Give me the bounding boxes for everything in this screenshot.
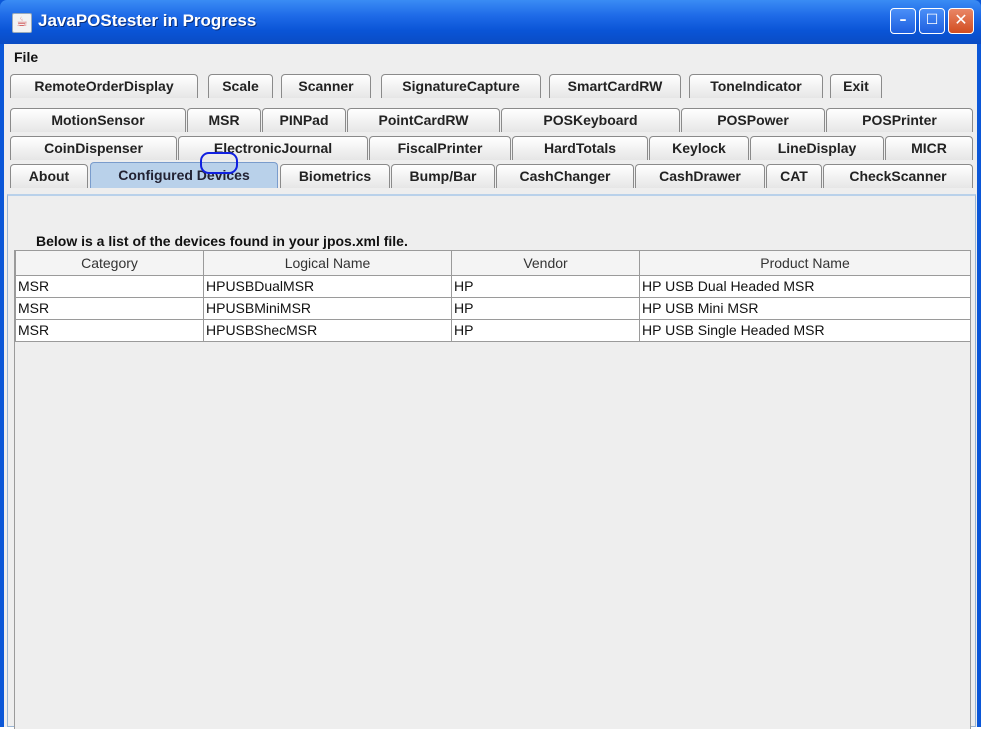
tab-msr[interactable]: MSR (187, 108, 261, 132)
table-cell[interactable]: HPUSBDualMSR (203, 274, 452, 298)
window-title: JavaPOStester in Progress (38, 11, 257, 30)
table-cell[interactable]: MSR (15, 296, 204, 320)
client-area: File RemoteOrderDisplay Scale Scanner Si… (4, 44, 977, 729)
tab-fiscalprinter[interactable]: FiscalPrinter (369, 136, 511, 160)
table-cell[interactable]: HP (451, 274, 640, 298)
tab-scale[interactable]: Scale (208, 74, 273, 98)
maximize-button[interactable]: ☐ (919, 8, 945, 34)
configured-devices-panel: Below is a list of the devices found in … (7, 194, 976, 729)
table-cell[interactable]: HP USB Mini MSR (639, 296, 971, 320)
tab-cashchanger[interactable]: CashChanger (496, 164, 634, 188)
tab-poskeyboard[interactable]: POSKeyboard (501, 108, 680, 132)
tab-cashdrawer[interactable]: CashDrawer (635, 164, 765, 188)
tab-pointcardrw[interactable]: PointCardRW (347, 108, 500, 132)
column-header-category[interactable]: Category (15, 251, 204, 276)
tab-exit[interactable]: Exit (830, 74, 882, 98)
tab-remoteorderdisplay[interactable]: RemoteOrderDisplay (10, 74, 198, 98)
tab-strip: RemoteOrderDisplay Scale Scanner Signatu… (4, 74, 977, 194)
table-row[interactable]: MSR HPUSBMiniMSR HP HP USB Mini MSR (15, 296, 971, 320)
table-cell[interactable]: HP (451, 318, 640, 342)
app-window: ☕ JavaPOStester in Progress – ☐ ✕ File R… (0, 0, 981, 729)
column-header-logical-name[interactable]: Logical Name (203, 251, 452, 276)
table-cell[interactable]: MSR (15, 274, 204, 298)
table-cell[interactable]: HP USB Dual Headed MSR (639, 274, 971, 298)
tab-hardtotals[interactable]: HardTotals (512, 136, 648, 160)
device-table-scrollpane[interactable]: Category Logical Name Vendor Product Nam… (14, 250, 971, 729)
tab-biometrics[interactable]: Biometrics (280, 164, 390, 188)
tab-smartcardrw[interactable]: SmartCardRW (549, 74, 681, 98)
table-row[interactable]: MSR HPUSBShecMSR HP HP USB Single Headed… (15, 318, 971, 342)
msr-highlight-circle (200, 152, 238, 174)
column-header-product-name[interactable]: Product Name (639, 251, 971, 276)
close-button[interactable]: ✕ (948, 8, 974, 34)
tab-toneindicator[interactable]: ToneIndicator (689, 74, 823, 98)
menu-bar: File (4, 44, 977, 70)
tab-pinpad[interactable]: PINPad (262, 108, 346, 132)
table-cell[interactable]: HPUSBShecMSR (203, 318, 452, 342)
tab-bumpbar[interactable]: Bump/Bar (391, 164, 495, 188)
tab-keylock[interactable]: Keylock (649, 136, 749, 160)
tab-signaturecapture[interactable]: SignatureCapture (381, 74, 541, 98)
tab-motionsensor[interactable]: MotionSensor (10, 108, 186, 132)
table-cell[interactable]: HP (451, 296, 640, 320)
table-row[interactable]: MSR HPUSBDualMSR HP HP USB Dual Headed M… (15, 274, 971, 298)
tab-posprinter[interactable]: POSPrinter (826, 108, 973, 132)
table-cell[interactable]: HP USB Single Headed MSR (639, 318, 971, 342)
tab-scanner[interactable]: Scanner (281, 74, 371, 98)
tab-pospower[interactable]: POSPower (681, 108, 825, 132)
tab-configured-devices[interactable]: Configured Devices (90, 162, 278, 188)
tab-coindispenser[interactable]: CoinDispenser (10, 136, 177, 160)
tab-cat[interactable]: CAT (766, 164, 822, 188)
device-list-heading: Below is a list of the devices found in … (36, 233, 408, 249)
minimize-button[interactable]: – (890, 8, 916, 34)
tab-checkscanner[interactable]: CheckScanner (823, 164, 973, 188)
tab-micr[interactable]: MICR (885, 136, 973, 160)
menu-file[interactable]: File (14, 49, 38, 65)
device-table: Category Logical Name Vendor Product Nam… (15, 251, 971, 342)
tab-about[interactable]: About (10, 164, 88, 188)
table-cell[interactable]: MSR (15, 318, 204, 342)
table-header-row: Category Logical Name Vendor Product Nam… (15, 251, 971, 276)
title-bar[interactable]: ☕ JavaPOStester in Progress – ☐ ✕ (0, 0, 981, 44)
java-app-icon: ☕ (12, 13, 32, 33)
tab-linedisplay[interactable]: LineDisplay (750, 136, 884, 160)
table-cell[interactable]: HPUSBMiniMSR (203, 296, 452, 320)
column-header-vendor[interactable]: Vendor (451, 251, 640, 276)
